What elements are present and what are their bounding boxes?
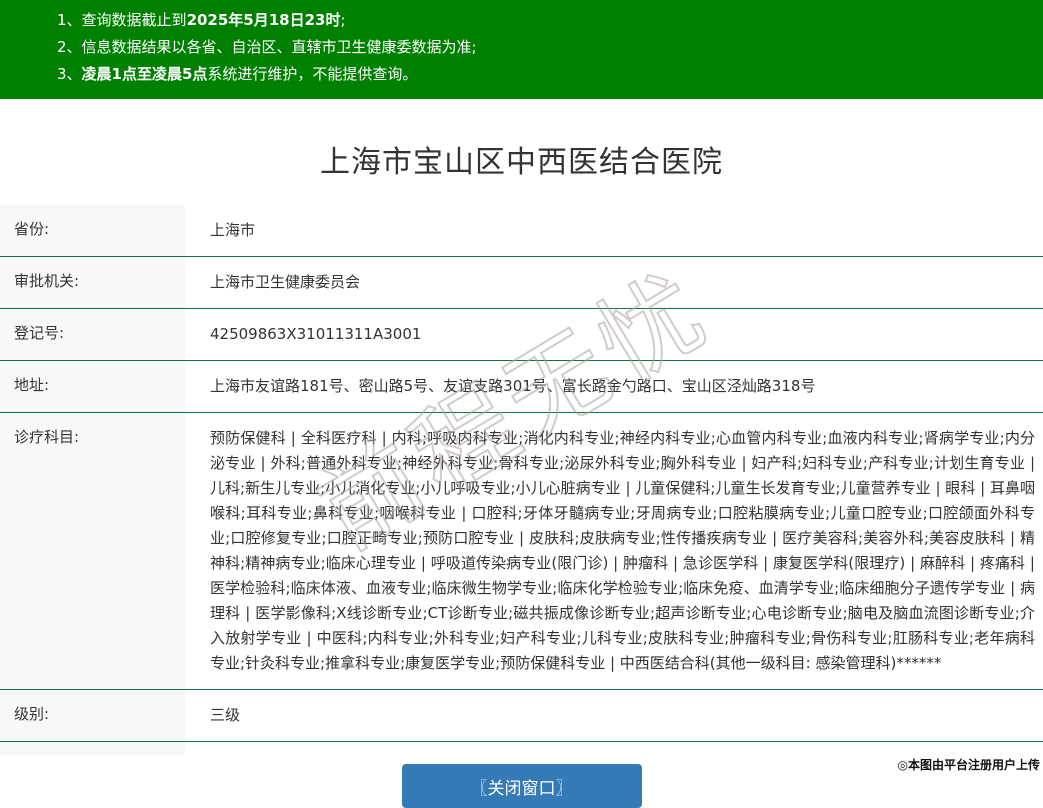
notice-line-1: 1、查询数据截止到2025年5月18日23时; <box>57 11 346 29</box>
row-value: 三级 <box>210 706 241 724</box>
row-label: 诊疗科目: <box>0 413 185 689</box>
notice-number: 1、 <box>57 11 82 29</box>
notice-number: 2、 <box>57 38 82 56</box>
row-value: 预防保健科 | 全科医疗科 | 内科;呼吸内科专业;消化内科专业;神经内科专业;… <box>210 429 1035 672</box>
row-value: 上海市友谊路181号、密山路5号、友谊支路301号、富长路金勺路口、宝山区泾灿路… <box>210 377 816 395</box>
upload-credit: ◎本图由平台注册用户上传 <box>897 758 1040 772</box>
page-title: 上海市宝山区中西医结合医院 <box>320 145 723 180</box>
notice-banner: 1、查询数据截止到2025年5月18日23时; 2、信息数据结果以各省、自治区、… <box>0 0 1043 99</box>
table-row-registration-number: 登记号: 42509863X31011311A3001 <box>0 309 1043 361</box>
row-value: 上海市卫生健康委员会 <box>210 273 361 291</box>
row-label: 审批机关: <box>0 257 185 308</box>
table-row-province: 省份: 上海市 <box>0 205 1043 257</box>
button-area: 〖关闭窗口〗 <box>0 764 1043 808</box>
row-label: 登记号: <box>0 309 185 360</box>
table-row-address: 地址: 上海市友谊路181号、密山路5号、友谊支路301号、富长路金勺路口、宝山… <box>0 361 1043 413</box>
close-window-button[interactable]: 〖关闭窗口〗 <box>401 764 642 808</box>
table-row-treatment-subjects: 诊疗科目: 预防保健科 | 全科医疗科 | 内科;呼吸内科专业;消化内科专业;神… <box>0 413 1043 690</box>
table-row-approval-authority: 审批机关: 上海市卫生健康委员会 <box>0 257 1043 309</box>
table-row-level: 级别: 三级 <box>0 690 1043 742</box>
table-row-stub <box>0 742 1043 755</box>
row-label: 级别: <box>0 690 185 741</box>
notice-line-3: 3、凌晨1点至凌晨5点系统进行维护，不能提供查询。 <box>57 65 418 83</box>
row-label: 省份: <box>0 205 185 256</box>
row-value: 42509863X31011311A3001 <box>210 325 422 343</box>
notice-line-2: 2、信息数据结果以各省、自治区、直辖市卫生健康委数据为准; <box>57 38 477 56</box>
hospital-info-table: 省份: 上海市 审批机关: 上海市卫生健康委员会 登记号: 42509863X3… <box>0 205 1043 755</box>
row-label: 地址: <box>0 361 185 412</box>
notice-number: 3、 <box>57 65 82 83</box>
row-value: 上海市 <box>210 221 256 239</box>
